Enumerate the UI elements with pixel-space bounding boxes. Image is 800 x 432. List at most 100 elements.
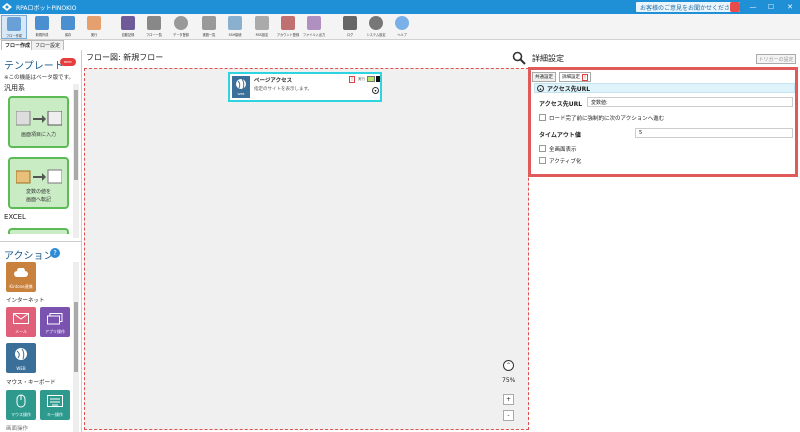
template-card-excel[interactable] [8, 228, 69, 234]
file-io-button[interactable]: ファイル入出力 [302, 15, 326, 39]
web-action[interactable]: WEB [6, 343, 36, 373]
record-icon [121, 16, 135, 30]
help-button[interactable]: ヘルプ [390, 15, 414, 39]
window-icon [228, 16, 242, 30]
category-general: 汎用系 [4, 84, 25, 92]
zoom-scroll-up-icon[interactable]: ⌃ [503, 360, 514, 371]
database-icon [174, 16, 188, 30]
tab-detail-settings[interactable]: 詳細設定! [559, 72, 591, 82]
node-warning-icon: ! [349, 76, 355, 83]
maximize-button[interactable]: ☐ [762, 0, 780, 14]
node-color-marker [376, 76, 380, 82]
detail-settings-title: 詳細設定 [532, 54, 564, 63]
auto-record-button[interactable]: 自動記録 [116, 15, 140, 39]
page-access-node[interactable]: WEB ページアクセス 指定のサイトを表示します。 ! 実行 ▾ [228, 72, 382, 102]
tab-flow-settings[interactable]: フロー設定 [31, 40, 65, 50]
data-register-button[interactable]: データ登録 [169, 15, 193, 39]
node-enable-toggle[interactable] [367, 76, 375, 82]
chevron-up-icon[interactable]: ▴ [537, 84, 544, 92]
kintone-action[interactable]: Kintone連携 [6, 262, 36, 292]
tab-common-settings[interactable]: 共通設定 [532, 72, 556, 82]
force-next-label: ロード完了前に強制的に次のアクションへ進む [549, 116, 665, 122]
section-access-url[interactable]: ▴ アクセス先URL [534, 83, 795, 93]
zoom-out-button[interactable]: - [503, 410, 514, 421]
trigger-settings-button[interactable]: トリガーの設定 [756, 54, 796, 64]
log-icon [343, 16, 357, 30]
node-description: 指定のサイトを表示します。 [254, 87, 313, 92]
cloud-icon [14, 268, 28, 277]
mail-icon [13, 313, 29, 324]
list-icon [147, 16, 161, 30]
rss-button[interactable]: RSS設定 [250, 15, 274, 39]
app-operation-action[interactable]: アプリ操作 [40, 307, 70, 337]
flow-canvas[interactable] [84, 68, 529, 430]
new-badge: NEW! [60, 58, 76, 66]
timeout-input[interactable]: 5 [635, 128, 793, 138]
transfer-template-icon [16, 169, 62, 184]
title-bar: RPAロボットPINOKIO お客様のご意見をお聞かせください — ☐ ✕ [0, 0, 800, 14]
mail-icon [255, 16, 269, 30]
log-button[interactable]: ログ [338, 15, 362, 39]
fullscreen-label: 全画面表示 [549, 147, 577, 153]
category-internet: インターネット [6, 298, 45, 304]
node-title: ページアクセス [254, 78, 293, 84]
mouse-operation-action[interactable]: マウス操作 [6, 390, 36, 420]
activate-checkbox[interactable] [539, 157, 546, 164]
flow-create-button[interactable]: フロー作成 [1, 15, 27, 39]
save-button[interactable]: 保存 [56, 15, 80, 39]
zoom-in-button[interactable]: + [503, 394, 514, 405]
new-button[interactable]: 新規作成 [30, 15, 54, 39]
flow-header: フロー図: 新規フロー [86, 53, 164, 62]
template-scrollbar[interactable] [73, 84, 79, 238]
panel-tabs: フロー作成 フロー設定 [0, 40, 800, 50]
close-button[interactable]: ✕ [781, 0, 799, 14]
run-icon [87, 16, 101, 30]
app-logo-icon [0, 0, 14, 14]
action-scrollbar[interactable] [73, 262, 79, 432]
implementation-list-button[interactable]: 実施一覧 [197, 15, 221, 39]
flow-create-icon [7, 17, 21, 31]
window-title: RPAロボットPINOKIO [16, 4, 77, 12]
system-settings-button[interactable]: システム設定 [364, 15, 388, 39]
file-io-icon [307, 16, 321, 30]
template-card-input[interactable]: 画面項目に入力 [8, 96, 69, 148]
keyboard-icon [47, 395, 63, 407]
action-title: アクション [4, 251, 54, 262]
warning-icon: ! [582, 73, 588, 81]
template-title: テンプレート [4, 61, 64, 72]
force-next-checkbox[interactable] [539, 114, 546, 121]
category-mouse-keyboard: マウス・キーボード [6, 380, 56, 386]
toolbar: フロー作成 新規作成 保存 実行 自動記録 フロー一覧 データ登録 実施一覧 S… [0, 14, 800, 40]
box-icon [202, 16, 216, 30]
run-button[interactable]: 実行 [82, 15, 106, 39]
timeout-label: タイムアウト値 [539, 132, 581, 139]
category-screen: 画面操作 [6, 426, 29, 432]
node-exec-label: 実行 [358, 77, 365, 81]
key-operation-action[interactable]: キー操作 [40, 390, 70, 420]
globe-icon [15, 348, 27, 360]
template-card-transfer[interactable]: 変数の値を 画面へ転記 [8, 157, 69, 209]
fullscreen-checkbox[interactable] [539, 145, 546, 152]
detail-settings-panel: 共通設定 詳細設定! ▴ アクセス先URL アクセス先URL 変数値: ロード完… [528, 67, 798, 177]
help-icon [395, 16, 409, 30]
feedback-button[interactable]: お客様のご意見をお聞かせください [636, 2, 741, 12]
search-icon[interactable] [512, 51, 526, 65]
category-excel: EXCEL [4, 213, 26, 221]
account-button[interactable]: アカウント登録 [276, 15, 300, 39]
feedback-icon[interactable] [730, 2, 740, 12]
new-file-icon [35, 16, 49, 30]
input-template-icon [16, 111, 62, 126]
account-icon [281, 16, 295, 30]
tab-flow-create[interactable]: フロー作成 [1, 40, 35, 50]
minimize-button[interactable]: — [744, 0, 762, 14]
mail-action[interactable]: メール [6, 307, 36, 337]
url-label: アクセス先URL [539, 101, 583, 108]
activate-label: アクティブ化 [549, 159, 582, 165]
node-expand-icon[interactable]: ▾ [372, 87, 379, 94]
flow-list-button[interactable]: フロー一覧 [142, 15, 166, 39]
gear-icon [369, 16, 383, 30]
ssh-button[interactable]: SSH接続 [223, 15, 247, 39]
action-help-icon[interactable]: ? [50, 248, 60, 258]
url-input[interactable]: 変数値: [587, 97, 793, 107]
save-icon [61, 16, 75, 30]
